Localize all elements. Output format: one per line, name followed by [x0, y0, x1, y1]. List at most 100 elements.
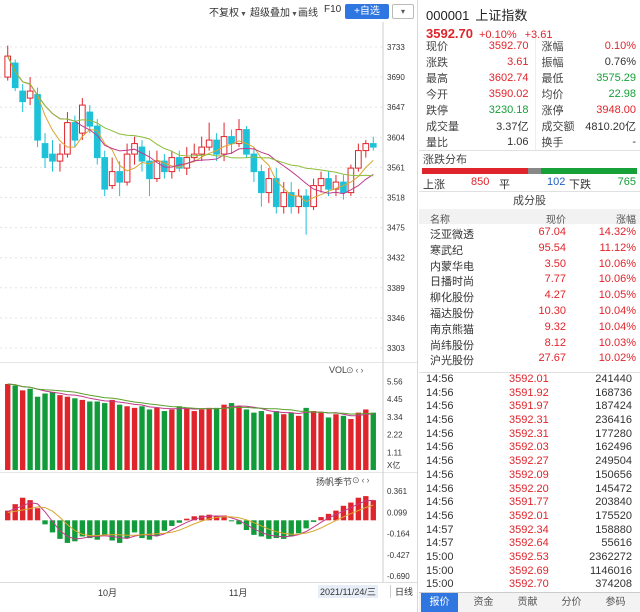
kline-chart[interactable]: 3733 3690 3647 3604 3561 3518 3475 3432 3389 3346… [0, 22, 418, 362]
macd-tick-label: -0.427 [387, 551, 410, 560]
flat-count: 102 [547, 176, 566, 188]
f10-button[interactable]: F10 [324, 4, 341, 15]
component-row[interactable]: 寒武纪 95.54 11.12% [419, 240, 640, 257]
macd-bar [131, 520, 138, 533]
trade-row: 14:56 3592.01 241440 [419, 373, 640, 387]
components-list: 泛亚微透 67.04 14.32% 寒武纪 95.54 11.12% 内蒙华电 3.50 10.… [419, 224, 640, 367]
quote-header: 000001 上证指数 3592.70 +0.10% +3.61 [419, 0, 640, 41]
price-tick-label: 3647 [387, 103, 405, 112]
vol-bar [191, 411, 197, 470]
trade-time: 14:56 [426, 441, 454, 454]
trade-volume: 241440 [595, 373, 632, 385]
vol-bar [355, 412, 362, 470]
trade-row: 14:56 3592.27 249504 [419, 455, 640, 469]
component-row[interactable]: 福达股份 10.30 10.04% [419, 303, 640, 320]
component-price: 8.12 [544, 336, 566, 349]
price-tick-label: 3346 [387, 314, 405, 323]
macd-settings-icon[interactable]: ⊙‹› [352, 475, 372, 486]
price-tick-label: 3518 [387, 194, 405, 203]
quote-value: 3590.02 [488, 88, 529, 100]
price-tick-label: 3733 [387, 43, 405, 52]
vol-bar [288, 412, 294, 470]
up-count: 850 [471, 176, 490, 188]
trade-row: 14:56 3591.97 187424 [419, 400, 640, 414]
component-row[interactable]: 柳化股份 4.27 10.05% [419, 287, 640, 304]
component-row[interactable]: 南京熊猫 9.32 10.04% [419, 319, 640, 336]
component-row[interactable]: 内蒙华电 3.50 10.06% [419, 256, 640, 273]
component-row[interactable]: 日播时尚 7.77 10.06% [419, 271, 640, 288]
vol-bar [221, 404, 227, 470]
vol-bar [176, 406, 182, 470]
add-watchlist-button[interactable]: +自选 [345, 4, 389, 19]
component-row[interactable]: 泛亚微透 67.04 14.32% [419, 224, 640, 241]
component-price: 7.77 [544, 273, 566, 286]
vol-bar [333, 414, 339, 470]
macd-bar [318, 517, 324, 521]
component-row[interactable]: 尚纬股份 8.12 10.03% [419, 335, 640, 352]
vol-bar [318, 412, 324, 470]
macd-chart[interactable]: 0.361 0.099 -0.164 -0.427 -0.690 [0, 472, 418, 582]
caret-down-icon: ▼ [291, 11, 298, 18]
tab-1[interactable]: 资金 [465, 593, 502, 612]
quote-row: 跌停 3230.18 涨停 3948.00 [419, 102, 640, 118]
macd-bar [184, 518, 190, 521]
candle [340, 181, 347, 194]
adjust-dropdown[interactable]: 不复权▼ [209, 4, 247, 19]
component-pct: 10.06% [598, 273, 636, 286]
component-pct: 10.05% [598, 289, 636, 302]
trade-time: 15:00 [426, 550, 454, 563]
trade-time: 14:56 [426, 496, 454, 509]
component-pct: 10.02% [598, 352, 636, 365]
more-caret-icon[interactable]: ▾ [392, 4, 414, 19]
trade-time: 14:56 [426, 373, 454, 385]
overlay-dropdown[interactable]: 超级叠加▼ [250, 4, 298, 19]
quote-value: 0.10% [604, 40, 636, 52]
price-tick-label: 3432 [387, 254, 405, 263]
trade-time: 15:00 [426, 578, 454, 591]
macd-bar [161, 520, 168, 531]
trade-volume: 145472 [595, 482, 632, 495]
quote-value: 1.06 [507, 136, 529, 148]
vol-tick-label: 4.45 [387, 395, 403, 404]
trade-time: 14:56 [426, 509, 454, 522]
trade-price: 3591.92 [509, 386, 549, 399]
tab-4[interactable]: 参码 [597, 593, 634, 612]
quote-row: 最高 3602.74 最低 3575.29 [419, 70, 640, 86]
candle [258, 171, 265, 194]
macd-bar [370, 500, 376, 521]
volume-chart[interactable]: 5.56 4.45 3.34 2.22 1.11 X亿 [0, 362, 418, 472]
trade-row: 14:57 3592.64 55616 [419, 537, 640, 551]
trade-volume: 1146016 [589, 564, 632, 577]
trade-price: 3592.31 [509, 427, 549, 440]
tab-0[interactable]: 报价 [421, 593, 458, 612]
vol-bar [87, 401, 93, 470]
vol-bar [27, 388, 33, 470]
components-header: 名称 现价 涨幅 [419, 209, 640, 226]
trade-volume: 158880 [595, 523, 632, 536]
quote-key: 跌停 [426, 105, 448, 117]
trade-price: 3591.97 [509, 400, 549, 413]
vol-bar [102, 403, 108, 470]
tab-2[interactable]: 贡献 [509, 593, 546, 612]
macd-bar [34, 508, 41, 521]
candle [213, 139, 220, 155]
trade-volume: 177280 [595, 427, 632, 440]
drawline-button[interactable]: 画线 [298, 4, 318, 19]
component-price: 9.32 [544, 320, 566, 333]
vol-bar [49, 391, 56, 470]
component-row[interactable]: 沪光股份 27.67 10.02% [419, 350, 640, 367]
quote-value: 3948.00 [596, 104, 636, 116]
trade-row: 15:00 3592.70 374208 [419, 578, 640, 592]
candle [64, 122, 71, 155]
trade-row: 15:00 3592.69 1146016 [419, 565, 640, 579]
candle [362, 143, 370, 152]
tab-3[interactable]: 分价 [553, 593, 590, 612]
period-selector[interactable]: 日线 [390, 585, 413, 598]
candle [101, 157, 109, 190]
candle [26, 90, 34, 99]
macd-bar [169, 520, 175, 526]
candle [108, 171, 116, 187]
vol-bar [72, 398, 78, 470]
vol-unit-label: X亿 [387, 460, 400, 470]
quote-key: 量比 [426, 137, 448, 149]
